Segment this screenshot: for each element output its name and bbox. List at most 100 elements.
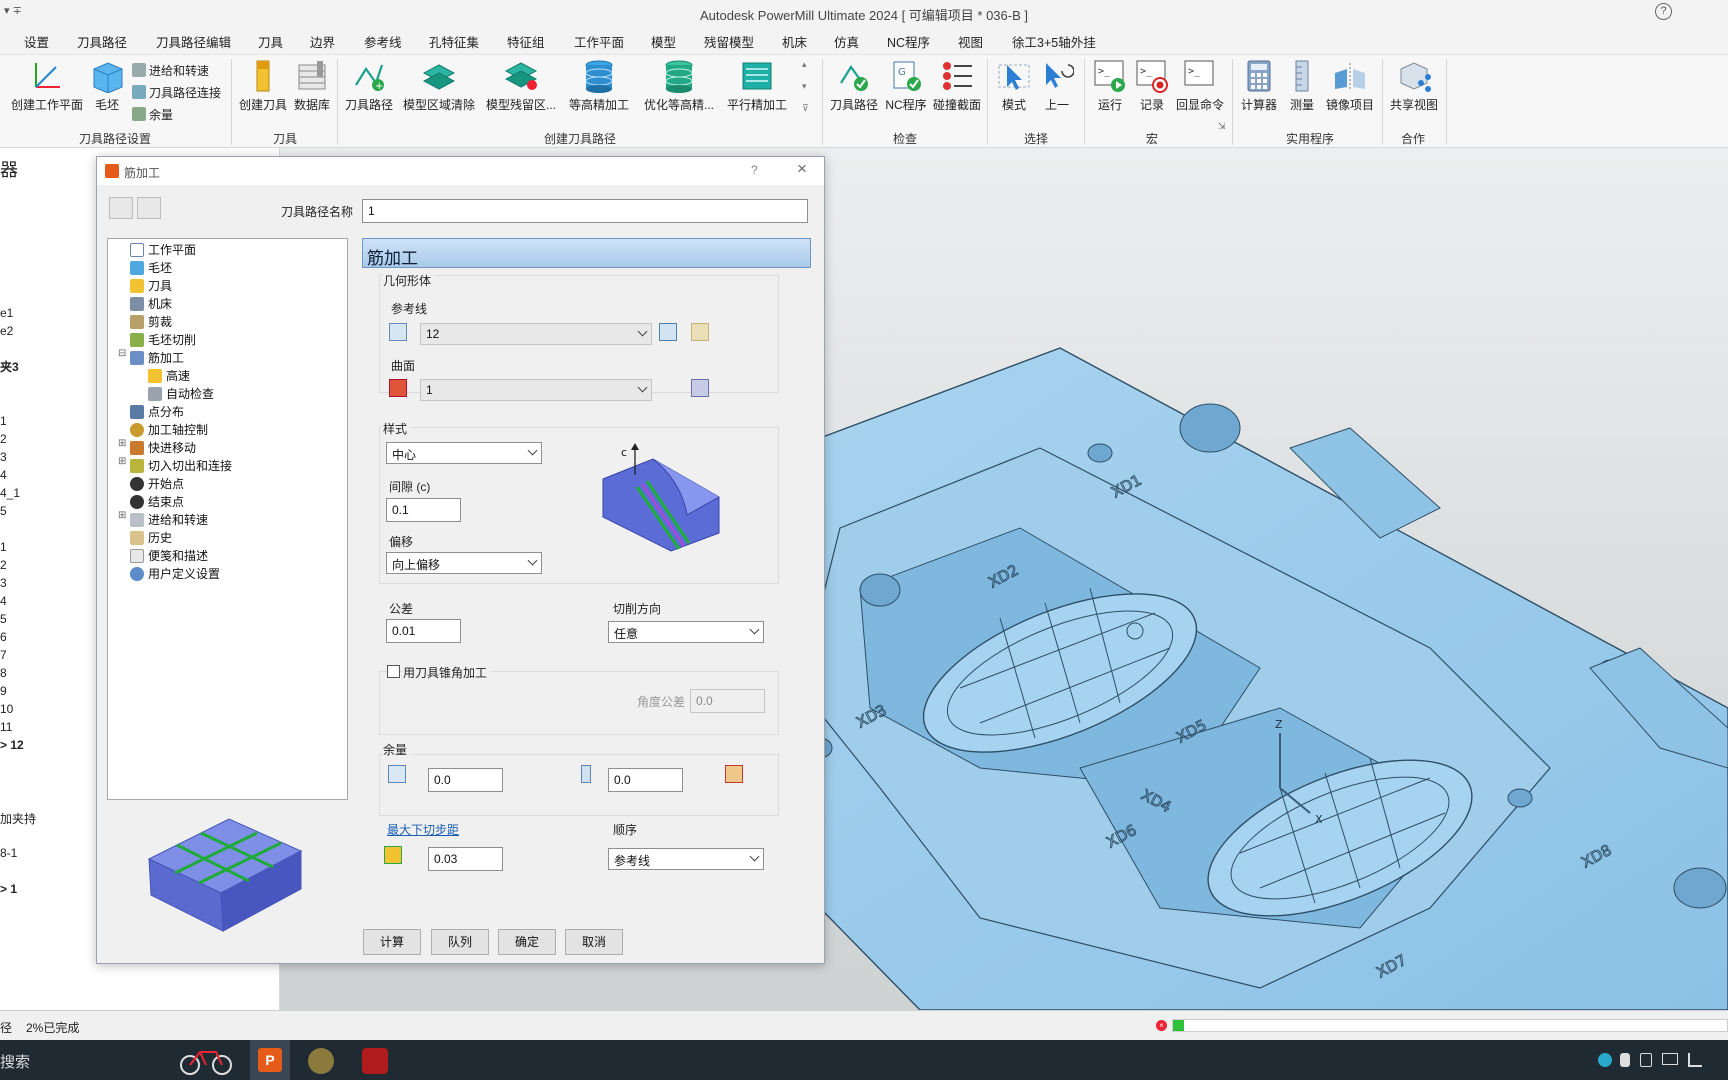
dialog-help-button[interactable]: ? [751,163,758,177]
model-rest-area-button[interactable]: 模型残留区... [482,59,560,113]
select-mode-button[interactable]: 模式 [994,59,1034,113]
explorer-item[interactable]: 4 [0,594,7,608]
tree-item-leads-links[interactable]: 切入切出和连接 [130,457,232,474]
create-tool-button[interactable]: 创建刀具 [238,59,288,113]
explorer-item[interactable]: 11 [0,720,12,734]
dialog-close-button[interactable]: × [797,159,807,179]
check-toolpath-button[interactable]: 刀具路径 [828,59,880,113]
tab-plugin[interactable]: 徐工3+5轴外挂 [1012,32,1096,51]
tab-hole-feature[interactable]: 孔特征集 [429,32,479,51]
explorer-item[interactable]: 7 [0,648,7,662]
layout-page-icon[interactable] [137,197,161,219]
tree-item-workplane[interactable]: 工作平面 [130,241,196,258]
explorer-item[interactable]: 3 [0,450,7,464]
tab-toolpaths[interactable]: 刀具路径 [77,32,127,51]
tree-item-end-point[interactable]: 结束点 [130,493,184,510]
thickness-mode-icon[interactable] [388,765,406,783]
style-dropdown[interactable]: 中心 [386,442,542,464]
taskbar-recorder-icon[interactable] [362,1048,388,1074]
tab-pattern[interactable]: 参考线 [364,32,402,51]
select-previous-button[interactable]: 上一 [1038,59,1076,113]
macro-run-button[interactable]: >_ 运行 [1090,59,1130,113]
tree-item-feeds-speeds[interactable]: 进给和转速 [130,511,208,528]
surface-direction-icon[interactable] [691,379,709,397]
echo-commands-button[interactable]: >_ 回显命令 [1174,59,1226,113]
tree-item-auto-verify[interactable]: 自动检查 [148,385,214,402]
explorer-item[interactable]: 5 [0,612,7,626]
collapse-icon[interactable]: ⊟ [118,348,126,359]
explorer-item[interactable]: 10 [0,702,13,716]
tree-item-stock-engagement[interactable]: 毛坯切削 [130,331,196,348]
explorer-item[interactable]: 9 [0,684,7,698]
volume-icon[interactable] [1688,1053,1702,1067]
cut-direction-dropdown[interactable]: 任意 [608,621,764,643]
tolerance-input[interactable]: 0.01 [386,619,461,643]
expand-icon[interactable]: ⊞ [118,438,126,449]
pattern-dropdown[interactable]: 12 [420,323,652,345]
tab-machine[interactable]: 机床 [782,32,807,51]
tab-tool[interactable]: 刀具 [258,32,283,51]
explorer-item-active[interactable]: > 1 [0,882,17,896]
tab-feature-group[interactable]: 特征组 [507,32,545,51]
tab-simulation[interactable]: 仿真 [834,32,859,51]
explorer-item[interactable]: 3 [0,576,7,590]
check-nc-program-button[interactable]: G NC程序 [884,59,928,113]
tree-item-limits[interactable]: 剪裁 [130,313,172,330]
tab-boundary[interactable]: 边界 [310,32,335,51]
microphone-icon[interactable] [1620,1053,1630,1067]
network-icon[interactable] [1662,1053,1678,1065]
explorer-item[interactable]: 1 [0,414,7,428]
explorer-item[interactable]: 8 [0,666,7,680]
ok-button[interactable]: 确定 [498,929,556,955]
feeds-speeds-button[interactable]: 进给和转速 [132,62,209,79]
tray-icon[interactable] [1598,1053,1612,1067]
collision-section-button[interactable]: 碰撞截面 [932,59,982,113]
explorer-item[interactable]: 4 [0,468,7,482]
tree-item-high-speed[interactable]: 高速 [148,367,190,384]
explorer-item-active[interactable]: > 12 [0,738,24,752]
constant-z-finishing-button[interactable]: 等高精加工 [566,59,632,113]
surface-dropdown[interactable]: 1 [420,379,652,401]
optimized-constant-z-button[interactable]: 优化等高精... [640,59,718,113]
explorer-item[interactable]: e2 [0,324,13,338]
tree-item-notes[interactable]: 便笺和描述 [130,547,208,564]
queue-button[interactable]: 队列 [431,929,489,955]
tree-item-rapid-move[interactable]: 快进移动 [130,439,196,456]
order-dropdown[interactable]: 参考线 [608,848,764,870]
shared-view-button[interactable]: 共享视图 [1388,59,1440,113]
taskbar-app-icon[interactable] [308,1048,334,1074]
tree-item-machine[interactable]: 机床 [130,295,172,312]
gallery-expand[interactable]: ⊽ [802,103,809,114]
mirror-items-button[interactable]: 镜像项目 [1324,59,1376,113]
calculate-button[interactable]: 计算 [363,929,421,955]
macro-dialog-launcher[interactable]: ⇲ [1218,121,1226,132]
thickness-button[interactable]: 余量 [132,106,173,123]
max-stepdown-input[interactable]: 0.03 [428,847,503,871]
toolpath-name-input[interactable]: 1 [362,199,808,223]
tree-item-block[interactable]: 毛坯 [130,259,172,276]
radial-thickness-input[interactable]: 0.0 [428,768,503,792]
explorer-item[interactable]: e1 [0,306,13,320]
pattern-select-icon[interactable] [389,323,407,341]
tab-toolpath-edit[interactable]: 刀具路径编辑 [156,32,231,51]
taskbar-app-powermill[interactable]: P [250,1040,290,1080]
explorer-item[interactable]: 夹3 [0,358,19,375]
explorer-item[interactable]: 4_1 [0,486,20,500]
taper-checkbox[interactable] [387,665,400,678]
explorer-item[interactable]: 2 [0,558,7,572]
block-button[interactable]: 毛坯 [90,59,124,113]
model-area-clearance-button[interactable]: 模型区域清除 [400,59,478,113]
raster-finishing-button[interactable]: 平行精加工 [724,59,790,113]
explorer-item[interactable]: 8-1 [0,846,17,860]
tree-item-user-settings[interactable]: 用户定义设置 [130,565,220,582]
pattern-edit-icon[interactable] [659,323,677,341]
taskbar-search[interactable]: 搜索 [0,1051,30,1072]
tree-item-tool[interactable]: 刀具 [130,277,172,294]
explorer-item[interactable]: 6 [0,630,7,644]
tree-item-point-distribution[interactable]: 点分布 [130,403,184,420]
create-workplane-button[interactable]: 创建工作平面 [8,59,86,113]
battery-icon[interactable] [1640,1053,1652,1067]
pattern-grid-icon[interactable] [691,323,709,341]
stop-calculation-icon[interactable]: × [1156,1020,1167,1031]
gallery-scroll-down[interactable]: ▾ [802,81,807,92]
